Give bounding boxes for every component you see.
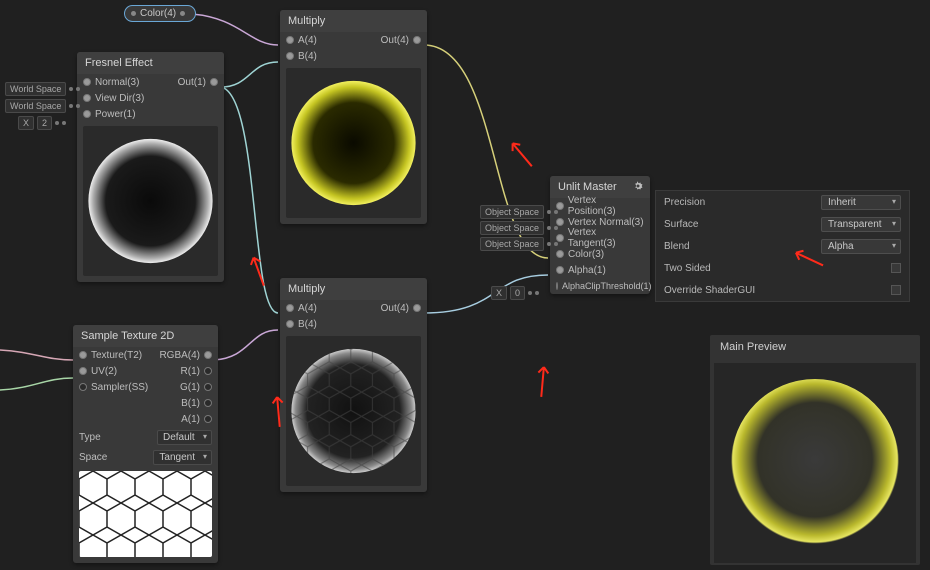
axis-chip: X xyxy=(18,116,34,130)
output-port[interactable] xyxy=(413,304,421,312)
space-chip[interactable]: World Space xyxy=(5,99,66,113)
space-chip[interactable]: Object Space xyxy=(480,237,544,251)
input-port[interactable] xyxy=(83,78,91,86)
main-preview-panel[interactable]: Main Preview xyxy=(710,335,920,565)
port-dot xyxy=(131,11,136,16)
output-port[interactable] xyxy=(204,351,212,359)
node-fresnel-effect[interactable]: Fresnel Effect Normal(3) Out(1) View Dir… xyxy=(77,52,224,282)
input-port[interactable] xyxy=(79,383,87,391)
output-port[interactable] xyxy=(204,415,212,423)
node-sample-texture-2d[interactable]: Sample Texture 2D Texture(T2) RGBA(4) UV… xyxy=(73,325,218,563)
surface-select[interactable]: Transparent xyxy=(821,217,901,232)
output-port[interactable] xyxy=(204,383,212,391)
node-unlit-master[interactable]: Unlit Master Vertex Position(3) Vertex N… xyxy=(550,176,650,294)
input-port[interactable] xyxy=(286,320,294,328)
input-port[interactable] xyxy=(83,94,91,102)
power-value[interactable]: 2 xyxy=(37,116,52,130)
node-preview xyxy=(79,471,212,557)
output-port[interactable] xyxy=(204,399,212,407)
port-dot xyxy=(180,11,185,16)
node-title: Multiply xyxy=(280,278,427,300)
space-chip[interactable]: Object Space xyxy=(480,221,544,235)
node-preview xyxy=(286,68,421,218)
gear-icon[interactable] xyxy=(632,180,644,192)
type-select[interactable]: Default xyxy=(157,430,212,445)
node-multiply-1[interactable]: Multiply A(4) Out(4) B(4) xyxy=(280,10,427,224)
output-port[interactable] xyxy=(204,367,212,375)
annotation-arrow xyxy=(501,131,537,171)
node-title: Fresnel Effect xyxy=(77,52,224,74)
pill-label: Color(4) xyxy=(140,8,176,19)
input-port[interactable] xyxy=(286,304,294,312)
node-preview xyxy=(83,126,218,276)
node-preview xyxy=(286,336,421,486)
node-title: Sample Texture 2D xyxy=(73,325,218,347)
node-multiply-2[interactable]: Multiply A(4) Out(4) B(4) xyxy=(280,278,427,492)
panel-title: Main Preview xyxy=(710,335,920,359)
threshold-value[interactable]: 0 xyxy=(510,286,525,300)
space-select[interactable]: Tangent xyxy=(153,450,212,465)
blend-select[interactable]: Alpha xyxy=(821,239,901,254)
node-title: Multiply xyxy=(280,10,427,32)
two-sided-checkbox[interactable] xyxy=(891,263,901,273)
input-port[interactable] xyxy=(83,110,91,118)
override-gui-checkbox[interactable] xyxy=(891,285,901,295)
input-port[interactable] xyxy=(79,367,87,375)
space-chip[interactable]: World Space xyxy=(5,82,66,96)
annotation-arrow xyxy=(244,246,271,288)
master-settings-panel[interactable]: PrecisionInherit SurfaceTransparent Blen… xyxy=(655,190,910,302)
axis-chip: X xyxy=(491,286,507,300)
input-port[interactable] xyxy=(286,52,294,60)
annotation-arrow xyxy=(534,356,551,397)
input-port[interactable] xyxy=(286,36,294,44)
output-port[interactable] xyxy=(210,78,218,86)
precision-select[interactable]: Inherit xyxy=(821,195,901,210)
input-port[interactable] xyxy=(556,250,564,258)
input-port[interactable] xyxy=(556,282,558,290)
input-port[interactable] xyxy=(556,266,564,274)
output-port[interactable] xyxy=(413,36,421,44)
space-chip[interactable]: Object Space xyxy=(480,205,544,219)
color-property-pill[interactable]: Color(4) xyxy=(124,5,196,22)
input-port[interactable] xyxy=(79,351,87,359)
main-preview-viewport[interactable] xyxy=(714,363,916,563)
